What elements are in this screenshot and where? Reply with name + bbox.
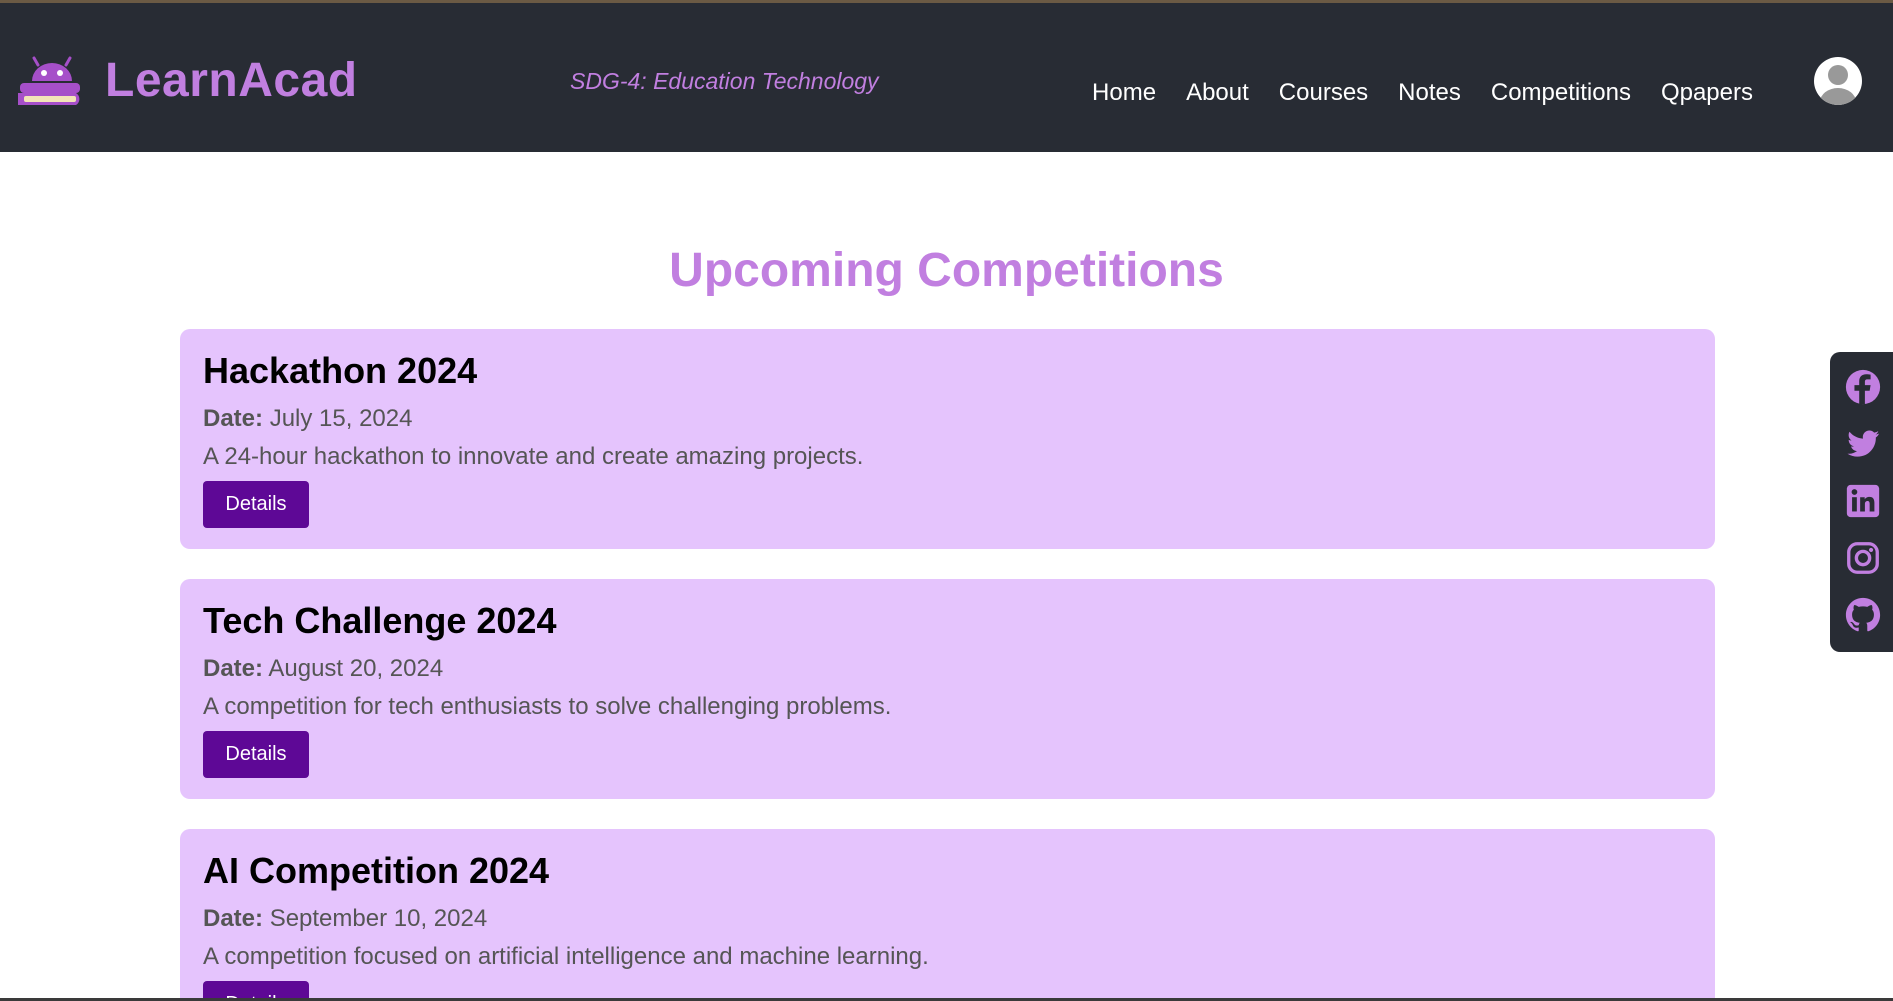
competition-card: AI Competition 2024 Date: September 10, … xyxy=(180,829,1715,1001)
github-link[interactable] xyxy=(1844,596,1882,634)
competition-title: Tech Challenge 2024 xyxy=(203,600,557,641)
twitter-icon xyxy=(1847,430,1880,457)
competition-date: Date: September 10, 2024 xyxy=(203,905,1692,933)
competition-title: AI Competition 2024 xyxy=(203,850,550,891)
social-sidebar xyxy=(1830,352,1893,652)
nav-home[interactable]: Home xyxy=(1092,79,1156,107)
competition-card: Hackathon 2024 Date: July 15, 2024 A 24-… xyxy=(180,329,1715,549)
competition-card: Tech Challenge 2024 Date: August 20, 202… xyxy=(180,579,1715,799)
date-value: July 15, 2024 xyxy=(269,404,413,432)
logo-icon[interactable] xyxy=(16,53,88,109)
brand-name[interactable]: LearnAcad xyxy=(105,53,358,108)
facebook-icon xyxy=(1845,369,1881,405)
linkedin-icon xyxy=(1846,484,1880,518)
details-button[interactable]: Details xyxy=(203,480,309,528)
date-value: September 10, 2024 xyxy=(269,904,488,932)
competition-date: Date: July 15, 2024 xyxy=(203,405,1692,433)
date-label: Date: xyxy=(203,654,264,682)
competition-title: Hackathon 2024 xyxy=(203,350,478,391)
nav-competitions[interactable]: Competitions xyxy=(1491,79,1631,107)
facebook-link[interactable] xyxy=(1844,368,1882,406)
tagline: SDG-4: Education Technology xyxy=(570,68,879,94)
twitter-link[interactable] xyxy=(1844,425,1882,463)
page-title: Upcoming Competitions xyxy=(669,244,1224,297)
details-button[interactable]: Details xyxy=(203,730,309,778)
nav-notes[interactable]: Notes xyxy=(1398,79,1461,107)
date-label: Date: xyxy=(203,404,264,432)
linkedin-link[interactable] xyxy=(1844,482,1882,520)
date-label: Date: xyxy=(203,904,264,932)
main-nav: Home About Courses Notes Competitions Qp… xyxy=(1092,79,1753,107)
competition-description: A 24-hour hackathon to innovate and crea… xyxy=(203,442,864,470)
site-header: LearnAcad SDG-4: Education Technology Ho… xyxy=(0,3,1893,152)
competition-description: A competition focused on artificial inte… xyxy=(203,942,929,970)
user-avatar-icon[interactable] xyxy=(1813,56,1863,106)
instagram-link[interactable] xyxy=(1844,539,1882,577)
nav-about[interactable]: About xyxy=(1186,79,1249,107)
instagram-icon xyxy=(1847,542,1879,574)
competition-date: Date: August 20, 2024 xyxy=(203,655,1692,683)
date-value: August 20, 2024 xyxy=(268,654,444,682)
competition-description: A competition for tech enthusiasts to so… xyxy=(203,692,892,720)
nav-courses[interactable]: Courses xyxy=(1279,79,1368,107)
nav-qpapers[interactable]: Qpapers xyxy=(1661,79,1753,107)
github-icon xyxy=(1845,597,1881,632)
